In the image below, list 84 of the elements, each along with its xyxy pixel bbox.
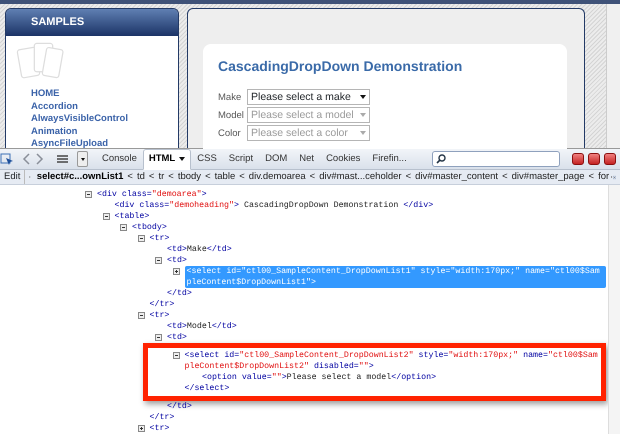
code-line[interactable]: <div class="demoheading"> CascadingDropDown Demonstration </div>	[114, 200, 434, 211]
caret-icon	[179, 156, 186, 161]
breadcrumb-item[interactable]: div#master_page	[510, 170, 587, 184]
code-line[interactable]: <tbody>	[132, 222, 167, 233]
separator: <	[588, 170, 596, 184]
scroll-right-icon[interactable]	[611, 174, 613, 180]
tab[interactable]: Cookies	[320, 149, 366, 170]
tab[interactable]: Script	[222, 149, 260, 170]
sidebar-link[interactable]: Animation	[6, 126, 178, 138]
breadcrumb-item[interactable]: table	[212, 170, 238, 184]
separator: <	[148, 170, 156, 184]
tab[interactable]: Firefin...	[366, 149, 413, 170]
collapse-icon[interactable]	[85, 191, 92, 198]
caret-icon	[360, 95, 366, 99]
sidebar-link[interactable]: AsyncFileUpload	[6, 138, 178, 148]
breadcrumb-item[interactable]: div.demoarea	[246, 170, 308, 184]
forward-icon[interactable]	[35, 153, 44, 165]
collapse-icon[interactable]	[102, 213, 110, 220]
code-line[interactable]: </tr>	[150, 299, 174, 310]
tab[interactable]: Console	[96, 149, 143, 170]
breadcrumb-item[interactable]: div#mast...ceholder	[317, 170, 404, 184]
search-field[interactable]	[432, 151, 560, 167]
collapse-icon[interactable]	[155, 257, 162, 264]
breadcrumb-item[interactable]: td	[134, 170, 147, 184]
code-line[interactable]: </tr>	[150, 412, 174, 423]
expand-icon[interactable]	[138, 425, 144, 432]
code-line[interactable]: <td>	[167, 255, 187, 266]
tab[interactable]: Net	[293, 149, 320, 170]
caret-icon	[360, 113, 366, 117]
separator: <	[204, 170, 212, 184]
dropdown-field[interactable]: Please select a make	[247, 89, 370, 105]
breadcrumb-item[interactable]: select#c...ownList1	[34, 170, 126, 184]
field-label: Make	[218, 90, 242, 105]
code-line[interactable]: <td>Make</td>	[167, 244, 232, 255]
minimize-button[interactable]	[572, 153, 584, 165]
scrollbar[interactable]	[608, 185, 620, 434]
breadcrumb-item[interactable]: for	[596, 170, 612, 184]
sidebar-link[interactable]: AlwaysVisibleControl	[6, 113, 178, 126]
back-icon[interactable]	[22, 153, 31, 165]
code-line[interactable]: <tr>	[150, 233, 170, 244]
demo-title: CascadingDropDown Demonstration	[218, 57, 464, 76]
close-button[interactable]	[604, 153, 616, 165]
sidebar-title: SAMPLES	[6, 9, 178, 36]
code-line[interactable]: <select id="ctl00_SampleContent_DropDownList2" style="width:170px;" name="ctl00$SampleContent$DropDownList2" disabled="">	[184, 350, 601, 372]
separator: <	[126, 170, 134, 184]
collapse-icon[interactable]	[120, 224, 127, 231]
code-line[interactable]: </td>	[167, 401, 192, 412]
field-label: Model	[218, 108, 245, 123]
code-line[interactable]: </td>	[167, 288, 192, 299]
code-line[interactable]: </select>	[184, 383, 230, 394]
separator: <	[238, 170, 246, 184]
code-line[interactable]: <td>	[167, 332, 187, 343]
separator: <	[167, 170, 175, 184]
breadcrumb-item[interactable]: div#master_content	[413, 170, 500, 184]
caret-icon	[360, 131, 366, 135]
collapse-icon[interactable]	[138, 235, 144, 242]
edit-button[interactable]: Edit	[0, 170, 26, 184]
code-line[interactable]: <table>	[114, 211, 150, 222]
restore-button[interactable]	[588, 153, 600, 165]
collapse-icon[interactable]	[155, 334, 162, 341]
tab[interactable]: DOM	[259, 149, 294, 170]
separator: <	[501, 170, 509, 184]
collapse-icon[interactable]	[138, 312, 144, 319]
expand-icon[interactable]	[172, 268, 180, 275]
breadcrumb-item[interactable]: tr	[156, 170, 166, 184]
sidebar-link[interactable]: HOME	[6, 88, 178, 100]
field-label: Color	[218, 126, 242, 141]
collapse-icon[interactable]	[172, 352, 180, 359]
code-line[interactable]: <tr>	[150, 310, 170, 321]
breadcrumb-item[interactable]: tbody	[176, 170, 204, 184]
menu-dropdown-button[interactable]	[77, 151, 88, 167]
code-line[interactable]: <td>Model</td>	[167, 321, 237, 332]
tab[interactable]: CSS	[191, 149, 223, 170]
sidebar-link[interactable]: Accordion	[6, 100, 178, 113]
tab[interactable]: HTML	[142, 149, 192, 170]
search-icon	[436, 154, 446, 164]
separator: <	[308, 170, 316, 184]
list-icon[interactable]	[56, 153, 69, 165]
code-line[interactable]: <option value="">Please select a model</option>	[202, 372, 436, 383]
separator: <	[404, 170, 412, 184]
inspect-icon[interactable]	[0, 152, 14, 166]
code-line[interactable]: <div class="demoarea">	[97, 189, 207, 200]
code-line[interactable]: <tr>	[150, 423, 170, 434]
scrollbar[interactable]	[606, 4, 620, 148]
